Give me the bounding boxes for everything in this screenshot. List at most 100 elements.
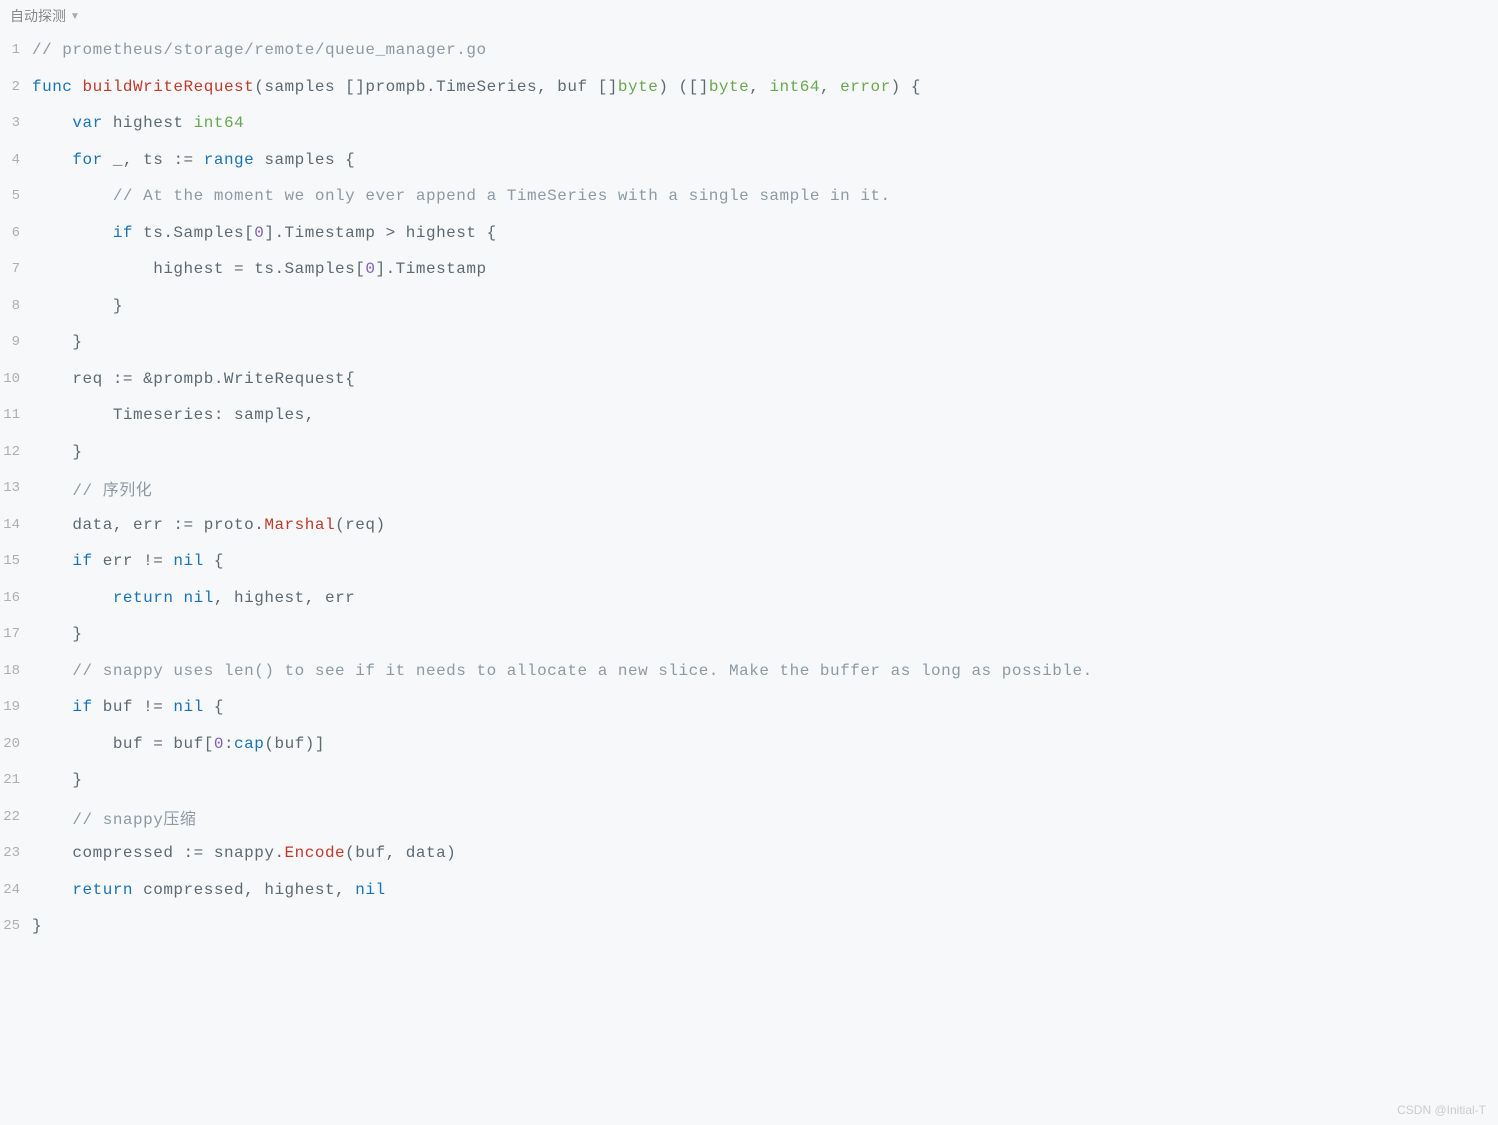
method-name: Marshal <box>264 516 335 534</box>
code-line: 10 req := &prompb.WriteRequest{ <box>0 361 1498 398</box>
language-dropdown[interactable]: 自动探测 <box>10 6 66 26</box>
line-number: 21 <box>0 772 32 788</box>
code-line: 8 } <box>0 288 1498 325</box>
indent <box>32 224 113 242</box>
keyword-if: if <box>113 224 133 242</box>
number: 0 <box>254 224 264 242</box>
code-line: 2 func buildWriteRequest(samples []promp… <box>0 69 1498 106</box>
code-line: 16 return nil, highest, err <box>0 580 1498 617</box>
line-number: 19 <box>0 699 32 715</box>
code-line: 17 } <box>0 616 1498 653</box>
line-number: 6 <box>0 225 32 241</box>
brace: } <box>72 443 82 461</box>
punct: , <box>820 78 840 96</box>
code-line: 13 // 序列化 <box>0 470 1498 507</box>
indent <box>32 443 72 461</box>
code-line: 25 } <box>0 908 1498 945</box>
line-number: 7 <box>0 261 32 277</box>
indent <box>32 297 113 315</box>
expr: highest = ts.Samples[ <box>153 260 365 278</box>
brace: } <box>72 771 82 789</box>
assign: := <box>173 151 193 169</box>
indent <box>32 662 72 680</box>
brace: } <box>32 917 42 935</box>
code-line: 4 for _, ts := range samples { <box>0 142 1498 179</box>
keyword-for: for <box>72 151 102 169</box>
line-number: 16 <box>0 590 32 606</box>
brace: } <box>72 625 82 643</box>
indent <box>32 771 72 789</box>
line-number: 1 <box>0 42 32 58</box>
line-number: 13 <box>0 480 32 496</box>
indent <box>32 114 72 132</box>
nil: nil <box>355 881 385 899</box>
code-line: 19 if buf != nil { <box>0 689 1498 726</box>
line-number: 24 <box>0 882 32 898</box>
line-number: 8 <box>0 298 32 314</box>
brace: { <box>204 698 224 716</box>
line-number: 9 <box>0 334 32 350</box>
punct: ) ([] <box>658 78 709 96</box>
expr: ].Timestamp > highest { <box>264 224 496 242</box>
line-number: 15 <box>0 553 32 569</box>
type-byte: byte <box>709 78 749 96</box>
code-line: 12 } <box>0 434 1498 471</box>
code-line: 20 buf = buf[0:cap(buf)] <box>0 726 1498 763</box>
chevron-down-icon: ▼ <box>70 11 80 22</box>
line-number: 25 <box>0 918 32 934</box>
nil: nil <box>173 698 203 716</box>
code-line: 7 highest = ts.Samples[0].Timestamp <box>0 251 1498 288</box>
code-block: 1 // prometheus/storage/remote/queue_man… <box>0 32 1498 945</box>
line-number: 10 <box>0 371 32 387</box>
code-line: 1 // prometheus/storage/remote/queue_man… <box>0 32 1498 69</box>
line-number: 17 <box>0 626 32 642</box>
nil: nil <box>173 552 203 570</box>
keyword-var: var <box>72 114 102 132</box>
number: 0 <box>214 735 224 753</box>
expr: &prompb.WriteRequest{ <box>133 370 355 388</box>
expr: buf = buf[ <box>113 735 214 753</box>
code-line: 18 // snappy uses len() to see if it nee… <box>0 653 1498 690</box>
space <box>194 151 204 169</box>
indent <box>32 589 113 607</box>
space <box>173 589 183 607</box>
code-line: 3 var highest int64 <box>0 105 1498 142</box>
expr: (buf)] <box>264 735 325 753</box>
expr: req <box>72 370 112 388</box>
indent <box>32 482 72 500</box>
keyword-func: func <box>32 78 72 96</box>
expr: Timeseries: samples, <box>113 406 315 424</box>
comment: // At the moment we only ever append a T… <box>113 187 891 205</box>
expr: data, err <box>72 516 173 534</box>
indent <box>32 698 72 716</box>
indent <box>32 370 72 388</box>
assign: := <box>173 516 193 534</box>
nil: nil <box>184 589 214 607</box>
expr: compressed <box>72 844 183 862</box>
keyword-if: if <box>72 698 92 716</box>
punct: : <box>224 735 234 753</box>
brace: { <box>204 552 224 570</box>
line-number: 20 <box>0 736 32 752</box>
type-int64: int64 <box>194 114 245 132</box>
builtin-cap: cap <box>234 735 264 753</box>
indent <box>32 151 72 169</box>
indent <box>32 844 72 862</box>
expr: buf != <box>93 698 174 716</box>
expr: ].Timestamp <box>375 260 486 278</box>
code-line: 14 data, err := proto.Marshal(req) <box>0 507 1498 544</box>
type-byte: byte <box>618 78 658 96</box>
indent <box>32 260 153 278</box>
line-number: 4 <box>0 152 32 168</box>
code-line: 23 compressed := snappy.Encode(buf, data… <box>0 835 1498 872</box>
punct: ) { <box>891 78 921 96</box>
function-name: buildWriteRequest <box>83 78 255 96</box>
expr: ts.Samples[ <box>133 224 254 242</box>
method-name: Encode <box>285 844 346 862</box>
punct: , ts <box>123 151 174 169</box>
indent <box>32 516 72 534</box>
line-number: 12 <box>0 444 32 460</box>
assign: := <box>184 844 204 862</box>
punct: , <box>749 78 769 96</box>
keyword-return: return <box>72 881 133 899</box>
